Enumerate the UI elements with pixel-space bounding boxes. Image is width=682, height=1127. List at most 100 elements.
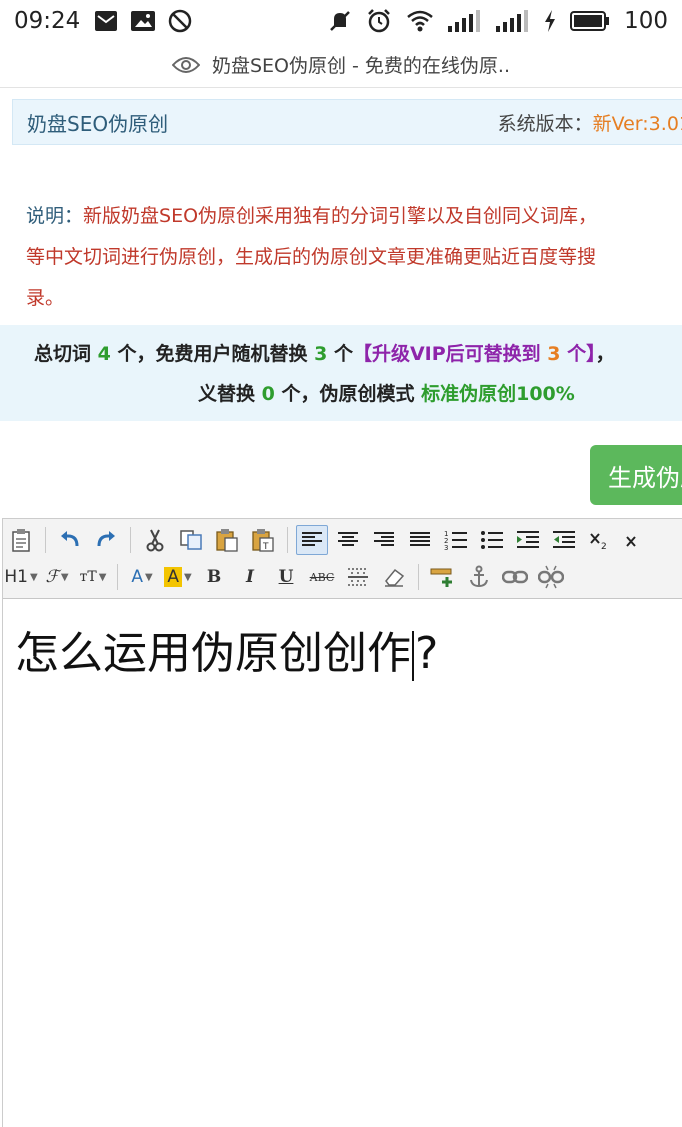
block-icon — [168, 9, 192, 33]
address-bar[interactable]: 奶盘SEO伪原创 - 免费的在线伪原.. — [0, 42, 682, 88]
heading-label: H1 — [4, 567, 28, 587]
stats-line-1: 总切词 4 个，免费用户随机替换 3 个【升级VIP后可替换到 3 个】， — [34, 339, 615, 366]
outdent-icon[interactable] — [548, 525, 580, 555]
status-time: 09:24 — [14, 8, 81, 34]
stats-text: ， — [595, 343, 615, 365]
horizontal-rule-icon[interactable] — [342, 562, 374, 592]
version-label: 系统版本： — [497, 112, 593, 135]
copy-icon[interactable] — [175, 525, 207, 555]
underline-label: U — [278, 567, 294, 587]
toolbar-separator — [117, 564, 118, 590]
battery-level: 100 — [624, 8, 668, 34]
superscript-icon[interactable] — [620, 525, 652, 555]
svg-text:2: 2 — [601, 542, 607, 550]
background-color-label: A — [164, 567, 182, 587]
background-color-button[interactable]: A ▼ — [162, 562, 194, 592]
vip-upgrade-suffix: 个】 — [560, 343, 596, 365]
font-color-label: A — [131, 567, 143, 587]
font-family-dropdown[interactable]: ℱ ▼ — [41, 562, 73, 592]
status-bar: 09:24 100 — [0, 0, 682, 42]
site-title[interactable]: 奶盘SEO伪原创 — [13, 108, 168, 137]
toolbar-separator — [418, 564, 419, 590]
strikethrough-button[interactable]: ABC — [306, 562, 338, 592]
anchor-icon[interactable] — [463, 562, 495, 592]
vip-replace-count: 3 — [547, 343, 561, 365]
editor-content[interactable]: 怎么运用伪原创创作? — [15, 617, 438, 681]
paste-icon[interactable] — [5, 525, 37, 555]
undo-icon[interactable] — [54, 525, 86, 555]
text-caret — [412, 631, 414, 681]
align-justify-icon[interactable] — [404, 525, 436, 555]
cut-icon[interactable] — [139, 525, 171, 555]
unordered-list-icon[interactable] — [476, 525, 508, 555]
chevron-down-icon: ▼ — [98, 571, 107, 583]
underline-button[interactable]: U — [270, 562, 302, 592]
unlink-icon[interactable] — [535, 562, 567, 592]
redo-icon[interactable] — [90, 525, 122, 555]
chevron-down-icon: ▼ — [60, 571, 69, 583]
description: 说明：新版奶盘SEO伪原创采用独有的分词引擎以及自创同义词库， 等中文切词进行伪… — [26, 196, 682, 319]
toolbar-row-2: H1 ▼ ℱ ▼ тT ▼ A ▼ A ▼ B I U ABC — [3, 559, 569, 595]
stats-panel: 总切词 4 个，免费用户随机替换 3 个【升级VIP后可替换到 3 个】， 义替… — [0, 325, 682, 421]
toolbar-separator — [130, 527, 131, 553]
wifi-icon — [406, 9, 434, 33]
stats-text: 义替换 — [198, 383, 262, 405]
paste-word-icon[interactable]: T — [247, 525, 279, 555]
stats-line-2: 义替换 0 个，伪原创模式 标准伪原创100% — [198, 379, 575, 406]
version-value: 新Ver:3.01 — [592, 112, 682, 135]
vip-upgrade-link[interactable]: 【升级VIP后可替换到 — [353, 343, 547, 365]
ordered-list-icon[interactable]: 123 — [440, 525, 472, 555]
svg-text:3: 3 — [444, 544, 448, 551]
stats-text: 个，伪原创模式 — [274, 383, 422, 405]
description-line-1: 新版奶盘SEO伪原创采用独有的分词引擎以及自创同义词库， — [83, 205, 598, 227]
stats-text: 总切词 — [34, 343, 98, 365]
paste-text-icon[interactable] — [211, 525, 243, 555]
editor-text: 怎么运用伪原创创作 — [15, 628, 411, 679]
italic-label: I — [246, 567, 254, 587]
heading-dropdown[interactable]: H1 ▼ — [4, 562, 38, 592]
description-line-2: 等中文切词进行伪原创，生成后的伪原创文章更准确更贴近百度等搜 — [26, 246, 597, 268]
subscript-icon[interactable]: 2 — [584, 525, 616, 555]
link-icon[interactable] — [499, 562, 531, 592]
strikethrough-label: ABC — [309, 570, 335, 584]
font-color-button[interactable]: A ▼ — [126, 562, 158, 592]
insert-row-icon[interactable] — [427, 562, 459, 592]
italic-button[interactable]: I — [234, 562, 266, 592]
battery-icon — [570, 10, 610, 32]
bold-button[interactable]: B — [198, 562, 230, 592]
description-label: 说明： — [26, 205, 84, 227]
rewrite-mode: 标准伪原创100% — [421, 383, 575, 405]
indent-icon[interactable] — [512, 525, 544, 555]
align-left-icon[interactable] — [296, 525, 328, 555]
generate-button[interactable]: 生成伪原创 — [590, 445, 682, 505]
charging-icon — [544, 10, 556, 32]
stats-text: 个 — [327, 343, 353, 365]
chevron-down-icon: ▼ — [29, 571, 38, 583]
font-size-label: тT — [79, 569, 97, 585]
font-size-dropdown[interactable]: тT ▼ — [77, 562, 109, 592]
eye-icon — [171, 56, 200, 74]
chevron-down-icon: ▼ — [183, 571, 192, 583]
stats-text: 个，免费用户随机替换 — [110, 343, 315, 365]
toolbar-row-1: T 123 2 — [3, 522, 654, 558]
version-info: 系统版本：新Ver:3.01 — [498, 109, 682, 136]
svg-text:T: T — [262, 542, 269, 552]
mail-icon — [94, 10, 118, 32]
editor-toolbar: T 123 2 H1 ▼ ℱ ▼ тT ▼ A ▼ A ▼ B I U ABC — [3, 519, 682, 599]
toolbar-separator — [45, 527, 46, 553]
align-center-icon[interactable] — [332, 525, 364, 555]
editor-text-end: ? — [415, 628, 439, 679]
description-line-3: 录。 — [26, 287, 65, 309]
image-notification-icon — [130, 10, 156, 32]
eraser-icon[interactable] — [378, 562, 410, 592]
synonym-replace-count: 0 — [261, 383, 275, 405]
site-header: 奶盘SEO伪原创 系统版本：新Ver:3.01 — [12, 99, 682, 145]
chevron-down-icon: ▼ — [144, 571, 153, 583]
mute-icon — [328, 9, 352, 33]
free-replace-count: 3 — [314, 343, 328, 365]
font-family-label: ℱ — [45, 567, 59, 587]
total-words-count: 4 — [97, 343, 111, 365]
page-title: 奶盘SEO伪原创 - 免费的在线伪原.. — [211, 55, 511, 77]
signal-icon-2 — [496, 10, 530, 32]
align-right-icon[interactable] — [368, 525, 400, 555]
